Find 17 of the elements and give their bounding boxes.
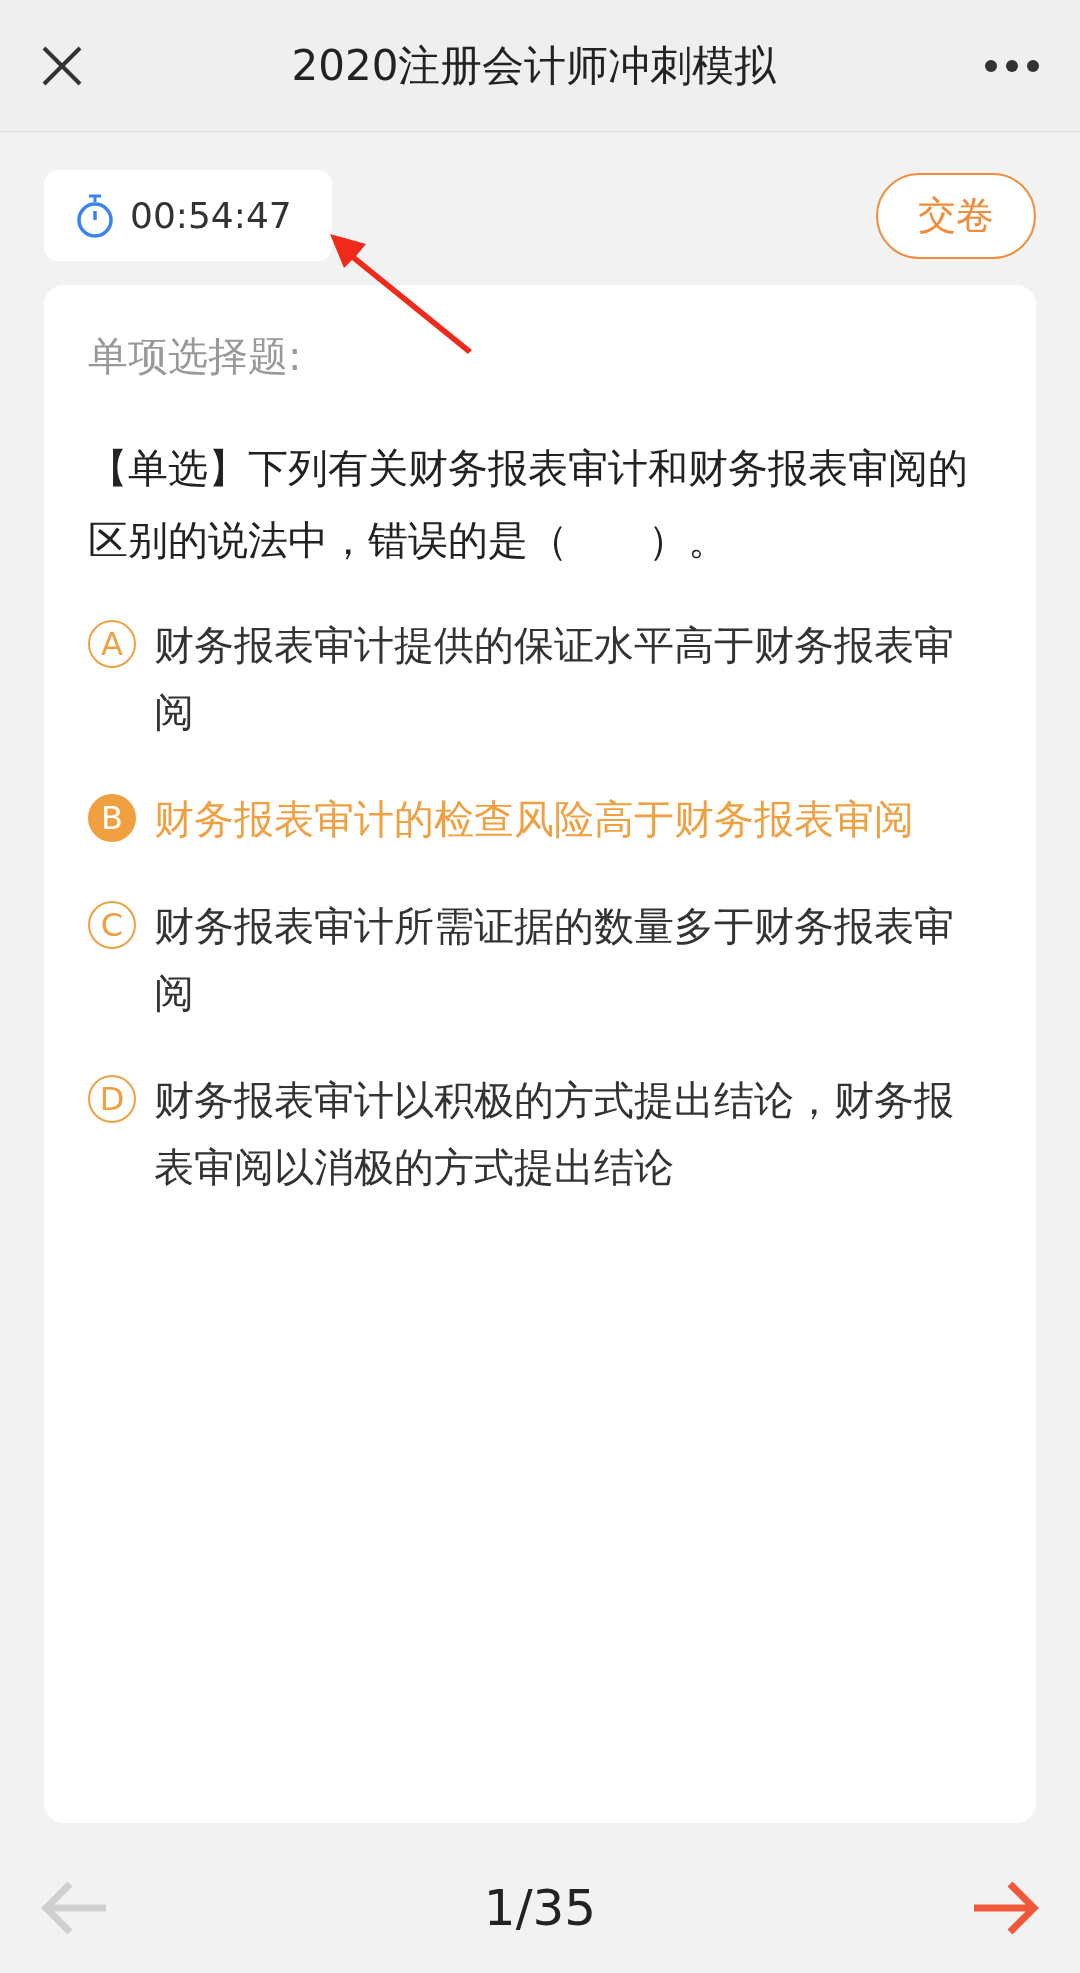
more-icon <box>984 58 1040 73</box>
question-type: 单项选择题: <box>88 332 303 381</box>
option-letter[interactable]: A <box>88 620 136 668</box>
page-title: 2020注册会计师冲刺模拟 <box>291 39 777 92</box>
option-letter[interactable]: D <box>88 1075 136 1123</box>
option-text[interactable]: 财务报表审计的检查风险高于财务报表审阅 <box>154 786 914 853</box>
option-text[interactable]: 财务报表审计所需证据的数量多于财务报表审阅 <box>154 893 992 1027</box>
timer-text: 00:54:47 <box>130 195 292 236</box>
stopwatch-icon <box>74 192 116 239</box>
more-button[interactable] <box>984 58 1040 73</box>
page-counter: 1/35 <box>483 1879 597 1937</box>
option-text[interactable]: 财务报表审计以积极的方式提出结论，财务报表审阅以消极的方式提出结论 <box>154 1067 992 1201</box>
question-text: 【单选】下列有关财务报表审计和财务报表审阅的区别的说法中，错误的是（ ）。 <box>88 444 969 565</box>
option-text[interactable]: 财务报表审计提供的保证水平高于财务报表审阅 <box>154 612 992 746</box>
option-letter[interactable]: B <box>88 794 136 842</box>
option-letter[interactable]: C <box>88 901 136 949</box>
submit-button[interactable]: 交卷 <box>876 172 1036 259</box>
